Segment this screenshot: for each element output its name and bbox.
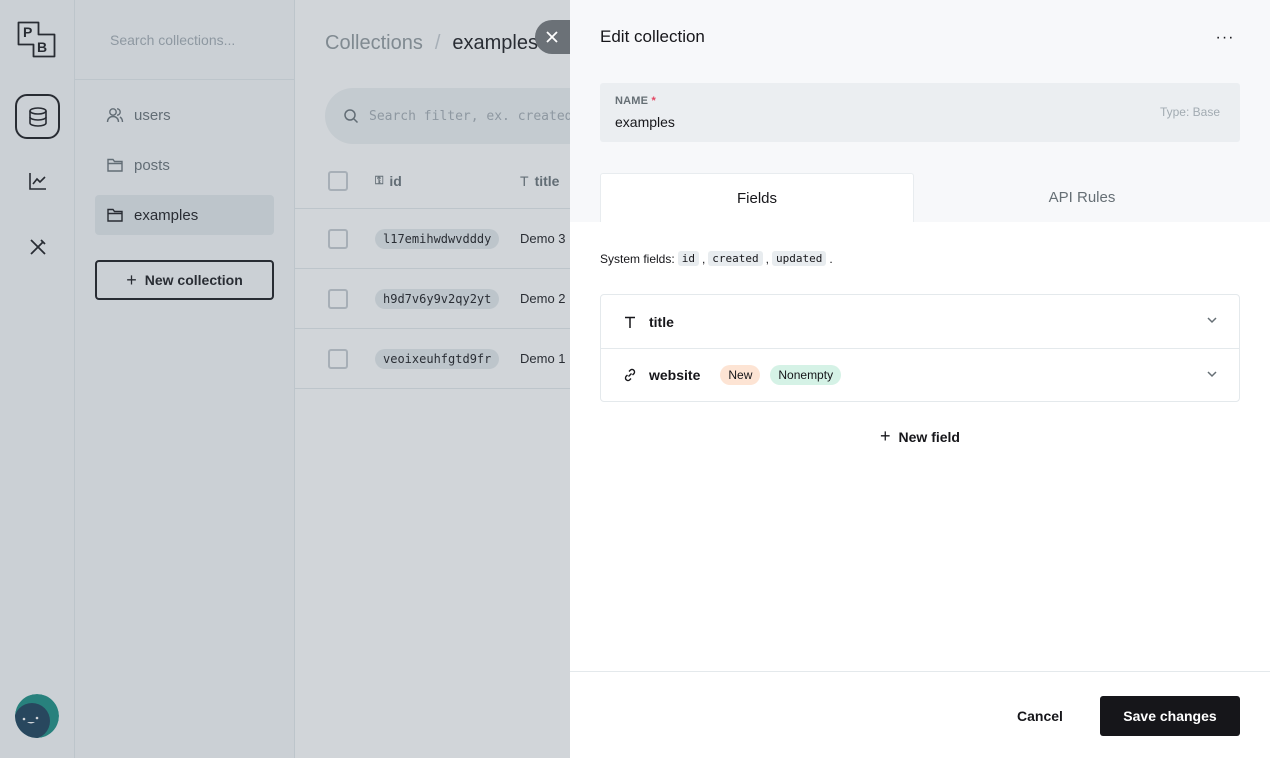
collection-type-hint[interactable]: Type: Base bbox=[1160, 105, 1220, 119]
panel-header: Edit collection ··· NAME * Type: Base Fi… bbox=[570, 0, 1270, 222]
new-badge: New bbox=[720, 365, 761, 385]
collection-name-input[interactable] bbox=[615, 114, 1115, 130]
fields-list: title website New Nonempty bbox=[600, 294, 1240, 402]
system-field: id bbox=[677, 251, 699, 266]
field-name: title bbox=[649, 313, 674, 330]
chevron-down-icon[interactable] bbox=[1205, 313, 1219, 327]
panel-tabs: Fields API Rules bbox=[600, 173, 1270, 222]
modal-backdrop[interactable] bbox=[0, 0, 570, 758]
save-changes-button[interactable]: Save changes bbox=[1100, 696, 1240, 736]
system-field: created bbox=[708, 251, 763, 266]
tab-api-rules[interactable]: API Rules bbox=[914, 173, 1250, 222]
more-icon: ··· bbox=[1215, 29, 1235, 46]
field-row-title[interactable]: title bbox=[601, 295, 1239, 348]
nonempty-badge: Nonempty bbox=[770, 365, 842, 385]
cancel-button[interactable]: Cancel bbox=[1000, 696, 1080, 736]
new-field-label: New field bbox=[898, 428, 960, 445]
close-icon bbox=[546, 31, 558, 43]
panel-title: Edit collection bbox=[600, 27, 705, 46]
text-icon bbox=[621, 315, 639, 329]
collection-name-field: NAME * Type: Base bbox=[600, 83, 1240, 142]
system-fields-note: System fields: id, created, updated . bbox=[600, 251, 833, 266]
chevron-down-icon[interactable] bbox=[1205, 367, 1219, 381]
panel-footer: Cancel Save changes bbox=[570, 671, 1270, 758]
edit-collection-panel: Edit collection ··· NAME * Type: Base Fi… bbox=[570, 0, 1270, 758]
name-label: NAME * bbox=[615, 95, 656, 107]
more-options-button[interactable]: ··· bbox=[1210, 24, 1240, 52]
new-field-button[interactable]: + New field bbox=[880, 426, 960, 447]
field-row-website[interactable]: website New Nonempty bbox=[601, 348, 1239, 401]
plus-icon: + bbox=[880, 426, 891, 446]
tab-fields[interactable]: Fields bbox=[600, 173, 914, 222]
system-field: updated bbox=[772, 251, 827, 266]
link-icon bbox=[621, 367, 639, 383]
required-mark: * bbox=[651, 95, 656, 107]
field-name: website bbox=[649, 367, 701, 383]
